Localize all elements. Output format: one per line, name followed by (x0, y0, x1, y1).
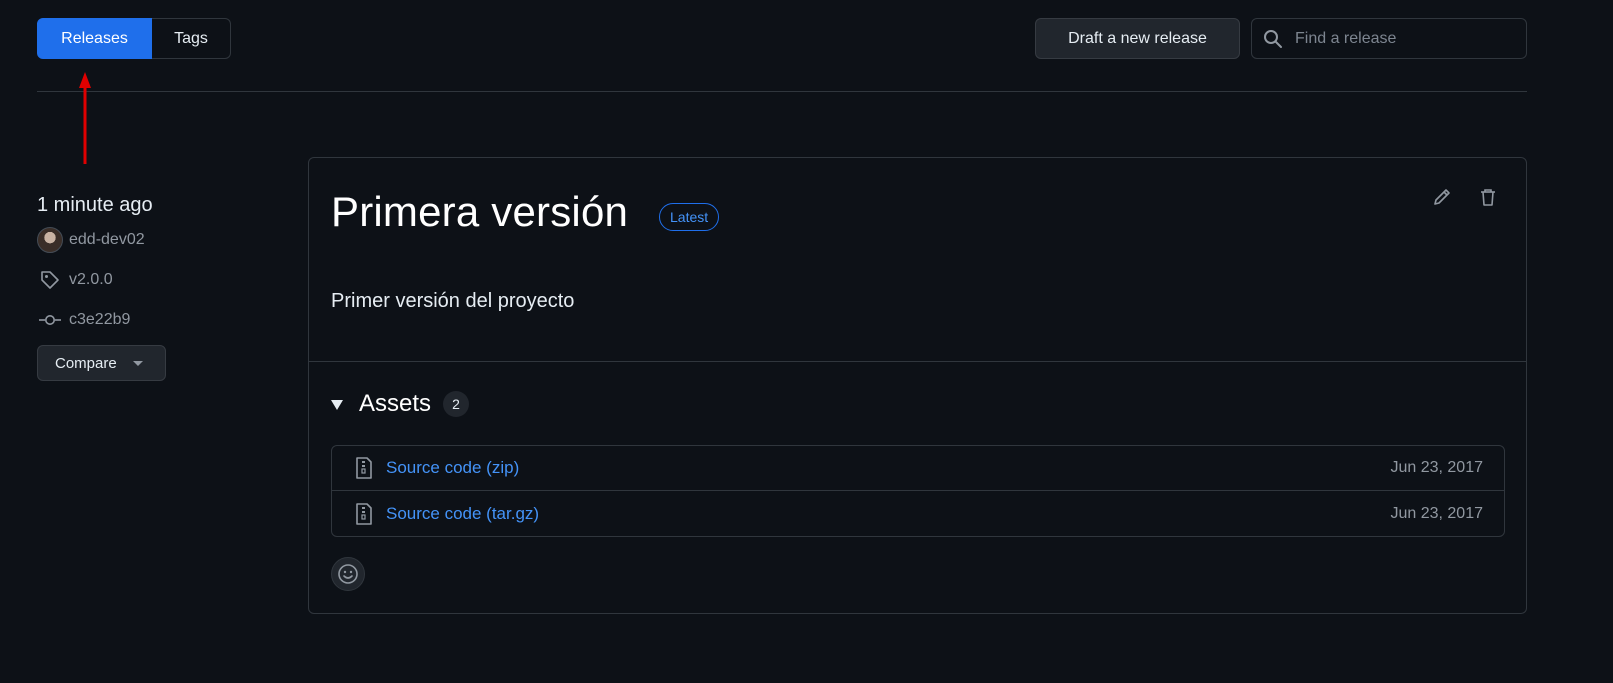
tab-releases[interactable]: Releases (37, 18, 152, 59)
tag-icon (37, 267, 63, 293)
chevron-down-icon (132, 360, 143, 366)
smiley-icon (338, 564, 358, 584)
releases-tags-switch: Releases Tags (37, 18, 231, 59)
commit-icon (37, 307, 63, 333)
compare-label: Compare (55, 354, 117, 372)
release-time: 1 minute ago (37, 194, 153, 216)
assets-toggle[interactable]: Assets 2 (331, 390, 470, 418)
avatar[interactable] (37, 227, 63, 253)
asset-date: Jun 23, 2017 (1390, 504, 1483, 522)
release-description: Primer versión del proyecto (331, 290, 575, 312)
commit-hash[interactable]: c3e22b9 (69, 311, 130, 329)
tag-name[interactable]: v2.0.0 (69, 271, 113, 289)
asset-link[interactable]: Source code (zip) (386, 458, 519, 478)
annotation-arrow (79, 72, 91, 164)
pencil-icon[interactable] (1431, 186, 1453, 208)
tab-tags[interactable]: Tags (152, 18, 231, 59)
assets-count-badge: 2 (443, 391, 470, 417)
triangle-down-icon (331, 400, 343, 410)
file-zip-icon (355, 502, 375, 525)
search-icon (1263, 29, 1283, 49)
releases-toolbar: Releases Tags Draft a new release (37, 18, 1527, 59)
release-card: Primera versión Latest Primer versión de… (308, 157, 1527, 614)
release-meta: 1 minute ago edd-dev02 v2.0.0 c3e22b9 Co… (37, 190, 257, 381)
list-item: Source code (zip) Jun 23, 2017 (332, 446, 1504, 491)
release-author[interactable]: edd-dev02 (37, 220, 257, 260)
asset-date: Jun 23, 2017 (1390, 459, 1483, 476)
list-item: Source code (tar.gz) Jun 23, 2017 (332, 491, 1504, 536)
release-tag[interactable]: v2.0.0 (37, 260, 257, 300)
trash-icon[interactable] (1477, 186, 1499, 208)
release-title[interactable]: Primera versión (331, 188, 628, 236)
draft-new-release-button[interactable]: Draft a new release (1035, 18, 1240, 59)
find-release-search[interactable] (1251, 18, 1527, 59)
file-zip-icon (355, 457, 375, 479)
asset-link[interactable]: Source code (tar.gz) (386, 504, 539, 524)
add-reaction-button[interactable] (331, 557, 365, 591)
assets-title: Assets (359, 390, 432, 417)
search-input[interactable] (1295, 29, 1505, 48)
author-name[interactable]: edd-dev02 (69, 231, 145, 249)
compare-button[interactable]: Compare (37, 345, 166, 381)
header-divider (37, 91, 1527, 92)
release-commit[interactable]: c3e22b9 (37, 300, 257, 340)
assets-list: Source code (zip) Jun 23, 2017 Source co… (331, 445, 1505, 537)
card-divider (309, 361, 1526, 362)
latest-badge: Latest (659, 203, 720, 231)
